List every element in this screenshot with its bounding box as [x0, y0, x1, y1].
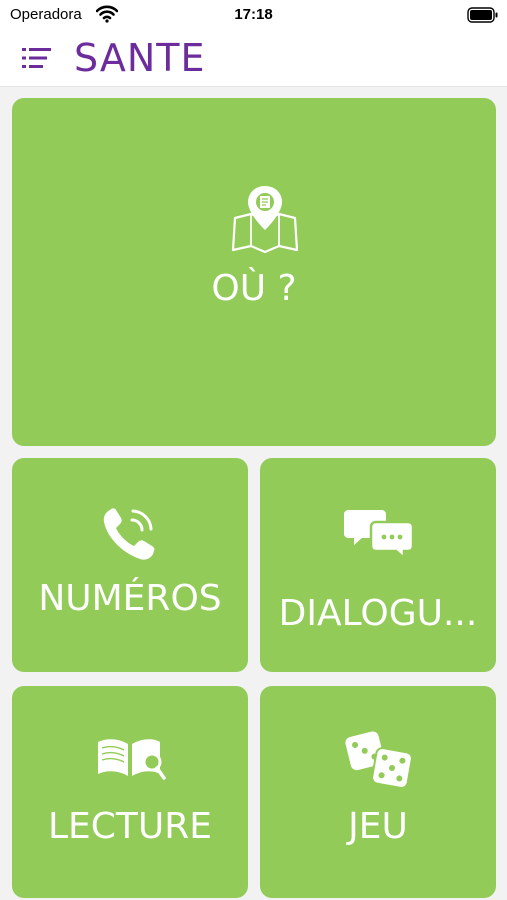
tile-jeu-label: JEU [348, 806, 408, 847]
tile-jeu[interactable]: JEU [260, 686, 496, 898]
menu-icon[interactable] [22, 46, 52, 70]
map-pin-icon [231, 186, 299, 254]
page-title: SANTE [74, 36, 206, 80]
tile-numeros[interactable]: NUMÉROS [12, 458, 248, 672]
tile-dialogue[interactable]: DIALOGU... [260, 458, 496, 672]
chat-bubbles-icon [344, 510, 414, 558]
tile-lecture-label: LECTURE [47, 806, 213, 847]
dice-icon [345, 731, 413, 789]
tile-ou[interactable]: OÙ ? [12, 98, 496, 446]
app-header: SANTE [0, 30, 507, 87]
tile-lecture[interactable]: LECTURE [12, 686, 248, 898]
tile-dialogue-label: DIALOGU... [278, 593, 478, 634]
phone-icon [103, 508, 155, 560]
battery-icon [467, 7, 498, 23]
book-search-icon [98, 739, 166, 780]
tile-numeros-label: NUMÉROS [38, 578, 222, 619]
status-time: 17:18 [234, 6, 273, 23]
tile-ou-label: OÙ ? [211, 268, 297, 309]
status-bar: Operadora 17:18 [0, 0, 507, 30]
